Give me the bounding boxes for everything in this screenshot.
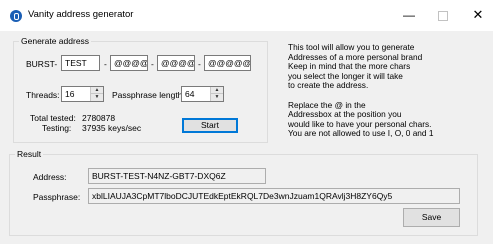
threads-down-arrow-icon[interactable]: ▼ [91,94,103,101]
threads-value: 16 [65,89,75,99]
burst-prefix-label: BURST- [26,59,58,69]
address-part-4-input[interactable]: @@@@@ [204,55,251,71]
info-text: This tool will allow you to generate Add… [288,42,463,139]
address-label: Address: [33,172,67,182]
passphrase-output[interactable]: xblLIAUJA3CpMT7lboDCJUTEdkEptEkRQL7De3wn… [88,188,460,204]
save-button[interactable]: Save [403,208,460,227]
maximize-icon [438,11,448,21]
separator-1: - [104,59,107,69]
minimize-button[interactable]: — [397,6,421,24]
threads-stepper[interactable]: 16 ▲ ▼ [61,86,104,102]
passphrase-length-up-arrow-icon[interactable]: ▲ [211,87,223,94]
passphrase-label: Passphrase: [33,192,81,202]
close-button[interactable]: ✕ [466,6,490,24]
total-tested-value: 2780878 [82,113,116,123]
address-part-2-input[interactable]: @@@@ [110,55,148,71]
title-bar: Vanity address generator — ✕ [0,0,493,31]
address-output[interactable]: BURST-TEST-N4NZ-GBT7-DXQ6Z [88,168,266,184]
result-legend: Result [15,149,44,159]
passphrase-length-stepper[interactable]: 64 ▲ ▼ [181,86,224,102]
testing-value: 37935 keys/sec [82,123,142,133]
generate-address-legend: Generate address [19,36,92,46]
address-part-3-input[interactable]: @@@@ [157,55,195,71]
start-button[interactable]: Start [182,118,238,133]
info-line: You are not allowed to use I, O, 0 and 1 [288,128,434,139]
passphrase-length-value: 64 [185,89,195,99]
app-icon [10,10,22,22]
separator-3: - [198,59,201,69]
info-line: to create the address. [288,80,369,91]
separator-2: - [151,59,154,69]
address-part-1-input[interactable]: TEST [61,55,100,71]
total-tested-label: Total tested: [30,113,76,123]
threads-label: Threads: [26,90,60,100]
testing-label: Testing: [42,123,72,133]
passphrase-length-label: Passphrase length: [112,90,185,100]
maximize-button[interactable] [431,6,455,24]
window-title: Vanity address generator [28,9,134,20]
passphrase-length-down-arrow-icon[interactable]: ▼ [211,94,223,101]
threads-up-arrow-icon[interactable]: ▲ [91,87,103,94]
